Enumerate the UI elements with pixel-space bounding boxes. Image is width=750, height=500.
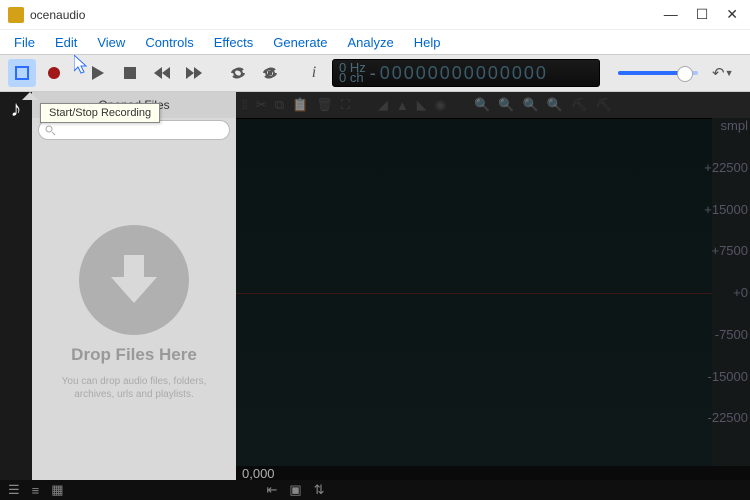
view-grid-icon[interactable]: ▦: [51, 482, 63, 498]
menu-file[interactable]: File: [4, 31, 45, 54]
meter-sep: -: [370, 63, 376, 84]
zoom-out-icon[interactable]: 🔍: [498, 97, 514, 113]
drop-subtitle: You can drop audio files, folders, archi…: [48, 375, 220, 401]
drop-zone[interactable]: Drop Files Here You can drop audio files…: [32, 146, 236, 480]
ruler-tick: +22500: [704, 160, 748, 175]
selection-tool-button[interactable]: [8, 59, 36, 87]
gain-icon[interactable]: ▲: [396, 98, 409, 113]
menu-generate[interactable]: Generate: [263, 31, 337, 54]
scissors-icon[interactable]: ✂: [256, 97, 267, 113]
close-button[interactable]: ✕: [726, 6, 738, 23]
stop-button[interactable]: [116, 59, 144, 87]
menu-effects[interactable]: Effects: [204, 31, 264, 54]
menu-edit[interactable]: Edit: [45, 31, 87, 54]
ruler-tick: +7500: [711, 243, 748, 258]
ruler-tick: +0: [733, 285, 748, 300]
app-logo: [8, 7, 24, 23]
maximize-button[interactable]: ☐: [696, 6, 709, 23]
volume-slider[interactable]: [618, 71, 698, 75]
view-list-icon[interactable]: ☰: [8, 482, 20, 498]
side-tab: ♪: [0, 92, 32, 480]
timecode-bar: 0,000: [236, 466, 750, 480]
image-icon[interactable]: ▣: [289, 482, 301, 498]
forward-button[interactable]: [180, 59, 208, 87]
window-title: ocenaudio: [30, 8, 664, 22]
ruler-tick: +15000: [704, 202, 748, 217]
collapse-icon[interactable]: ⇤: [266, 482, 277, 498]
view-detail-icon[interactable]: ≡: [32, 483, 40, 498]
settings-icon[interactable]: ⇅: [314, 482, 325, 498]
crop-icon[interactable]: ⛶: [341, 97, 350, 113]
meter-digits: 00000000000000: [380, 63, 548, 84]
fade-in-icon[interactable]: ◢: [378, 97, 388, 113]
copy-icon[interactable]: ⧉: [275, 97, 284, 113]
loop-button[interactable]: [224, 59, 252, 87]
drop-title: Drop Files Here: [71, 345, 197, 365]
history-button[interactable]: ↶▼: [712, 64, 734, 82]
menu-view[interactable]: View: [87, 31, 135, 54]
waveform-view[interactable]: [236, 118, 712, 466]
record-button[interactable]: [40, 59, 68, 87]
main-area: Start/Stop Recording ♪ Opened Files Drop…: [0, 92, 750, 480]
loop-region-button[interactable]: [256, 59, 284, 87]
transport-toolbar: i 0 Hz0 ch - 00000000000000 ↶▼: [0, 54, 750, 92]
download-icon: [79, 225, 189, 335]
amplitude-ruler: smpl +22500 +15000 +7500 +0 -7500 -15000…: [712, 118, 750, 466]
ruler-unit: smpl: [721, 118, 748, 133]
menu-controls[interactable]: Controls: [135, 31, 203, 54]
info-button[interactable]: i: [300, 59, 328, 87]
zoom-sel-icon[interactable]: 🔍: [522, 97, 538, 113]
music-note-icon[interactable]: ♪: [11, 96, 22, 122]
level-meter: 0 Hz0 ch - 00000000000000: [332, 59, 600, 87]
canvas-toolbar: ⦙⦙ ✂ ⧉ 📋 🗑 ⛶ ◢ ▲ ◣ ◉ 🔍 🔍 🔍 🔍 ⛏ ⛏: [236, 92, 750, 118]
ruler-tick: -22500: [708, 410, 748, 425]
minimize-button[interactable]: —: [664, 6, 678, 23]
fade-out-icon[interactable]: ◣: [417, 97, 427, 113]
menu-analyze[interactable]: Analyze: [337, 31, 403, 54]
editor-canvas: ⦙⦙ ✂ ⧉ 📋 🗑 ⛶ ◢ ▲ ◣ ◉ 🔍 🔍 🔍 🔍 ⛏ ⛏ smpl +2…: [236, 92, 750, 480]
meter-ch: 0 ch: [339, 73, 366, 83]
play-button[interactable]: [84, 59, 112, 87]
handle-icon[interactable]: ⦙⦙: [242, 97, 248, 113]
ruler-tick: -15000: [708, 369, 748, 384]
paste-icon[interactable]: 📋: [292, 97, 308, 113]
tool-b-icon[interactable]: ⛏: [595, 97, 612, 113]
normalize-icon[interactable]: ◉: [435, 97, 446, 113]
trash-icon[interactable]: 🗑: [316, 97, 333, 113]
tool-a-icon[interactable]: ⛏: [571, 97, 588, 113]
statusbar: ☰ ≡ ▦ ⇤ ▣ ⇅: [0, 480, 750, 500]
menubar: File Edit View Controls Effects Generate…: [0, 30, 750, 54]
zoom-fit-icon[interactable]: 🔍: [547, 97, 563, 113]
titlebar: ocenaudio — ☐ ✕: [0, 0, 750, 30]
rewind-button[interactable]: [148, 59, 176, 87]
ruler-tick: -7500: [715, 327, 748, 342]
search-input[interactable]: [38, 120, 230, 140]
menu-help[interactable]: Help: [404, 31, 451, 54]
timecode-value: 0,000: [242, 466, 275, 481]
zoom-in-icon[interactable]: 🔍: [474, 97, 490, 113]
tooltip: Start/Stop Recording: [40, 103, 160, 123]
sidebar: Opened Files Drop Files Here You can dro…: [32, 92, 236, 480]
